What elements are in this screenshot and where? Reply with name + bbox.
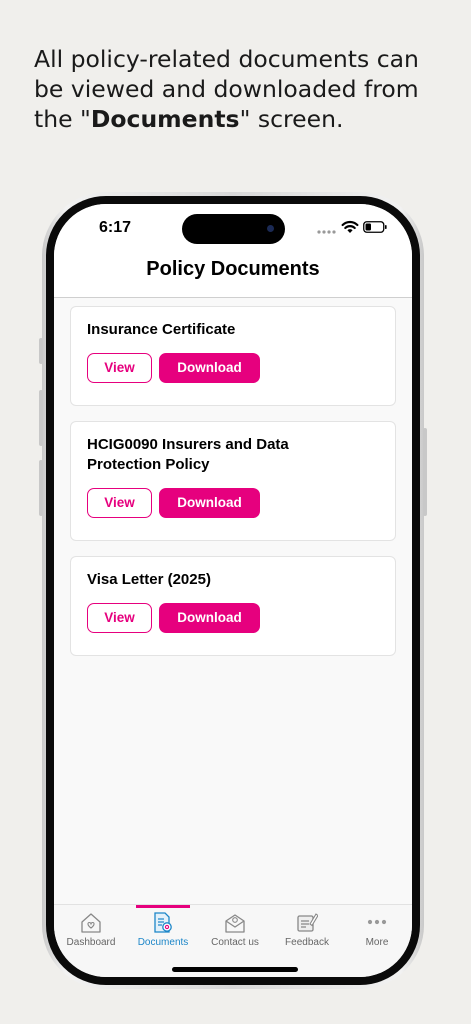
view-button[interactable]: View — [87, 488, 152, 518]
home-heart-icon — [81, 913, 101, 933]
document-card: Visa Letter (2025) View Download — [70, 556, 396, 656]
active-tab-indicator — [136, 905, 190, 908]
document-search-icon — [154, 912, 172, 933]
phone-volume-down-button — [39, 460, 43, 516]
tab-more[interactable]: More — [341, 905, 412, 977]
more-dots-icon — [367, 919, 387, 925]
view-button[interactable]: View — [87, 353, 152, 383]
app-header: Policy Documents — [54, 252, 412, 298]
signal-icon — [317, 230, 336, 234]
document-title: HCIG0090 Insurers and Data Protection Po… — [87, 436, 289, 473]
document-title: Visa Letter (2025) — [87, 571, 211, 588]
wifi-icon — [341, 220, 359, 233]
caption-text: All policy-related documents can be view… — [34, 45, 419, 133]
feedback-pen-icon — [297, 913, 318, 932]
page-title: Policy Documents — [146, 258, 320, 280]
envelope-at-icon — [225, 914, 245, 933]
phone-power-button — [423, 428, 427, 516]
phone-action-button — [39, 338, 43, 364]
phone-screen: 6:17 Policy Documents Insurance Certific… — [54, 204, 412, 977]
status-bar: 6:17 — [54, 204, 412, 252]
battery-icon — [363, 221, 387, 233]
status-time: 6:17 — [99, 219, 132, 236]
document-card: HCIG0090 Insurers and Data Protection Po… — [70, 421, 396, 541]
download-button[interactable]: Download — [159, 353, 260, 383]
document-card: Insurance Certificate View Download — [70, 306, 396, 406]
tab-dashboard[interactable]: Dashboard — [55, 905, 127, 977]
dynamic-island — [182, 214, 285, 244]
home-indicator — [172, 967, 298, 972]
document-title: Insurance Certificate — [87, 321, 236, 338]
camera-icon — [267, 225, 274, 232]
view-button[interactable]: View — [87, 603, 152, 633]
download-button[interactable]: Download — [159, 603, 260, 633]
phone-volume-up-button — [39, 390, 43, 446]
download-button[interactable]: Download — [159, 488, 260, 518]
tab-label: More — [365, 937, 389, 948]
